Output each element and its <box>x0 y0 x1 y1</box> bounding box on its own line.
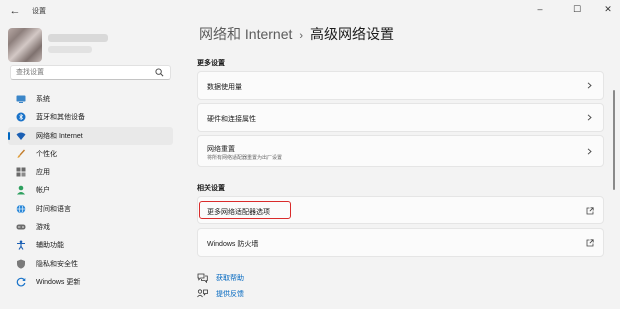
sidebar-item-label: 帐户 <box>36 187 50 195</box>
external-link-icon <box>586 239 594 247</box>
sidebar-item-accessibility[interactable]: 辅助功能 <box>8 236 173 254</box>
sidebar-item-privacy[interactable]: 隐私和安全性 <box>8 255 173 273</box>
sidebar-item-apps[interactable]: 应用 <box>8 163 173 181</box>
title-bar: ← 设置 – ☐ ✕ <box>0 0 620 22</box>
sidebar-item-label: 游戏 <box>36 224 50 232</box>
breadcrumb-parent[interactable]: 网络和 Internet <box>199 26 292 42</box>
sidebar-item-time-language[interactable]: 时间和语言 <box>8 200 173 218</box>
scrollbar[interactable] <box>613 90 615 190</box>
chevron-right-icon <box>587 148 592 155</box>
sidebar-item-label: 网络和 Internet <box>36 132 83 140</box>
card-label: Windows 防火墙 <box>207 241 259 248</box>
get-help-label[interactable]: 获取帮助 <box>216 273 244 283</box>
brush-icon <box>17 149 26 158</box>
feedback-label[interactable]: 提供反馈 <box>216 289 244 299</box>
external-link-icon <box>586 207 594 215</box>
account-name-redacted <box>48 34 108 42</box>
sidebar-item-label: 个性化 <box>36 150 57 158</box>
sidebar-item-label: 蓝牙和其他设备 <box>36 114 85 122</box>
shield-icon <box>17 259 25 269</box>
sidebar-item-label: 时间和语言 <box>36 205 71 213</box>
sidebar-item-label: 辅助功能 <box>36 242 64 250</box>
chevron-right-icon <box>587 82 592 89</box>
close-button[interactable]: ✕ <box>594 2 620 16</box>
card-sublabel: 将所有网络适配器重置为出厂设置 <box>207 155 283 161</box>
sidebar-item-label: 应用 <box>36 169 50 177</box>
breadcrumb-separator: › <box>299 30 304 42</box>
feedback-link[interactable]: 提供反馈 <box>197 288 267 300</box>
card-label: 网络重置 <box>207 146 235 153</box>
sidebar-item-network[interactable]: 网络和 Internet <box>8 126 173 145</box>
highlight-box <box>199 201 291 219</box>
hardware-properties-row[interactable]: 硬件和连接属性 <box>197 103 604 132</box>
minimize-button[interactable]: – <box>526 2 554 16</box>
maximize-button[interactable]: ☐ <box>563 2 591 16</box>
wifi-icon <box>16 132 26 140</box>
bluetooth-icon <box>16 112 26 122</box>
sidebar-item-label: Windows 更新 <box>36 278 81 286</box>
monitor-icon <box>16 95 26 103</box>
sidebar-item-label: 系统 <box>36 96 50 103</box>
update-icon <box>16 277 26 287</box>
account-email-redacted <box>48 46 92 53</box>
data-usage-row[interactable]: 数据使用量 <box>197 71 604 100</box>
card-label: 硬件和连接属性 <box>207 116 256 123</box>
avatar[interactable] <box>8 28 42 62</box>
sidebar-item-bluetooth[interactable]: 蓝牙和其他设备 <box>8 108 173 126</box>
gamepad-icon <box>16 224 26 230</box>
sidebar-item-gaming[interactable]: 游戏 <box>8 218 173 236</box>
search-input[interactable] <box>11 66 170 79</box>
feedback-icon <box>197 289 208 298</box>
sidebar-item-personalization[interactable]: 个性化 <box>8 145 173 163</box>
help-chat-icon <box>197 273 208 283</box>
sidebar-item-accounts[interactable]: 帐户 <box>8 181 173 199</box>
breadcrumb: 网络和 Internet › 高级网络设置 <box>199 24 394 44</box>
sidebar-item-windows-update[interactable]: Windows 更新 <box>8 273 173 291</box>
accessibility-icon <box>17 240 25 251</box>
windows-firewall-row[interactable]: Windows 防火墙 <box>197 228 604 257</box>
card-label: 数据使用量 <box>207 84 242 91</box>
globe-icon <box>16 204 26 214</box>
section-title-more-settings: 更多设置 <box>197 60 225 67</box>
chevron-right-icon <box>587 114 592 121</box>
search-box[interactable] <box>10 65 171 80</box>
sidebar-item-system[interactable]: 系统 <box>8 90 173 108</box>
network-reset-row[interactable]: 网络重置 将所有网络适配器重置为出厂设置 <box>197 135 604 167</box>
app-title: 设置 <box>32 8 46 15</box>
search-icon[interactable] <box>155 68 164 77</box>
section-title-related-settings: 相关设置 <box>197 185 225 192</box>
apps-icon <box>16 167 26 177</box>
sidebar-nav: 系统 蓝牙和其他设备 网络和 Internet 个性化 应用 帐户 时间和语言 … <box>8 90 173 291</box>
page-title: 高级网络设置 <box>310 26 395 42</box>
back-button[interactable]: ← <box>8 4 22 18</box>
get-help-link[interactable]: 获取帮助 <box>197 272 267 284</box>
sidebar-item-label: 隐私和安全性 <box>36 260 78 268</box>
person-icon <box>17 186 25 195</box>
